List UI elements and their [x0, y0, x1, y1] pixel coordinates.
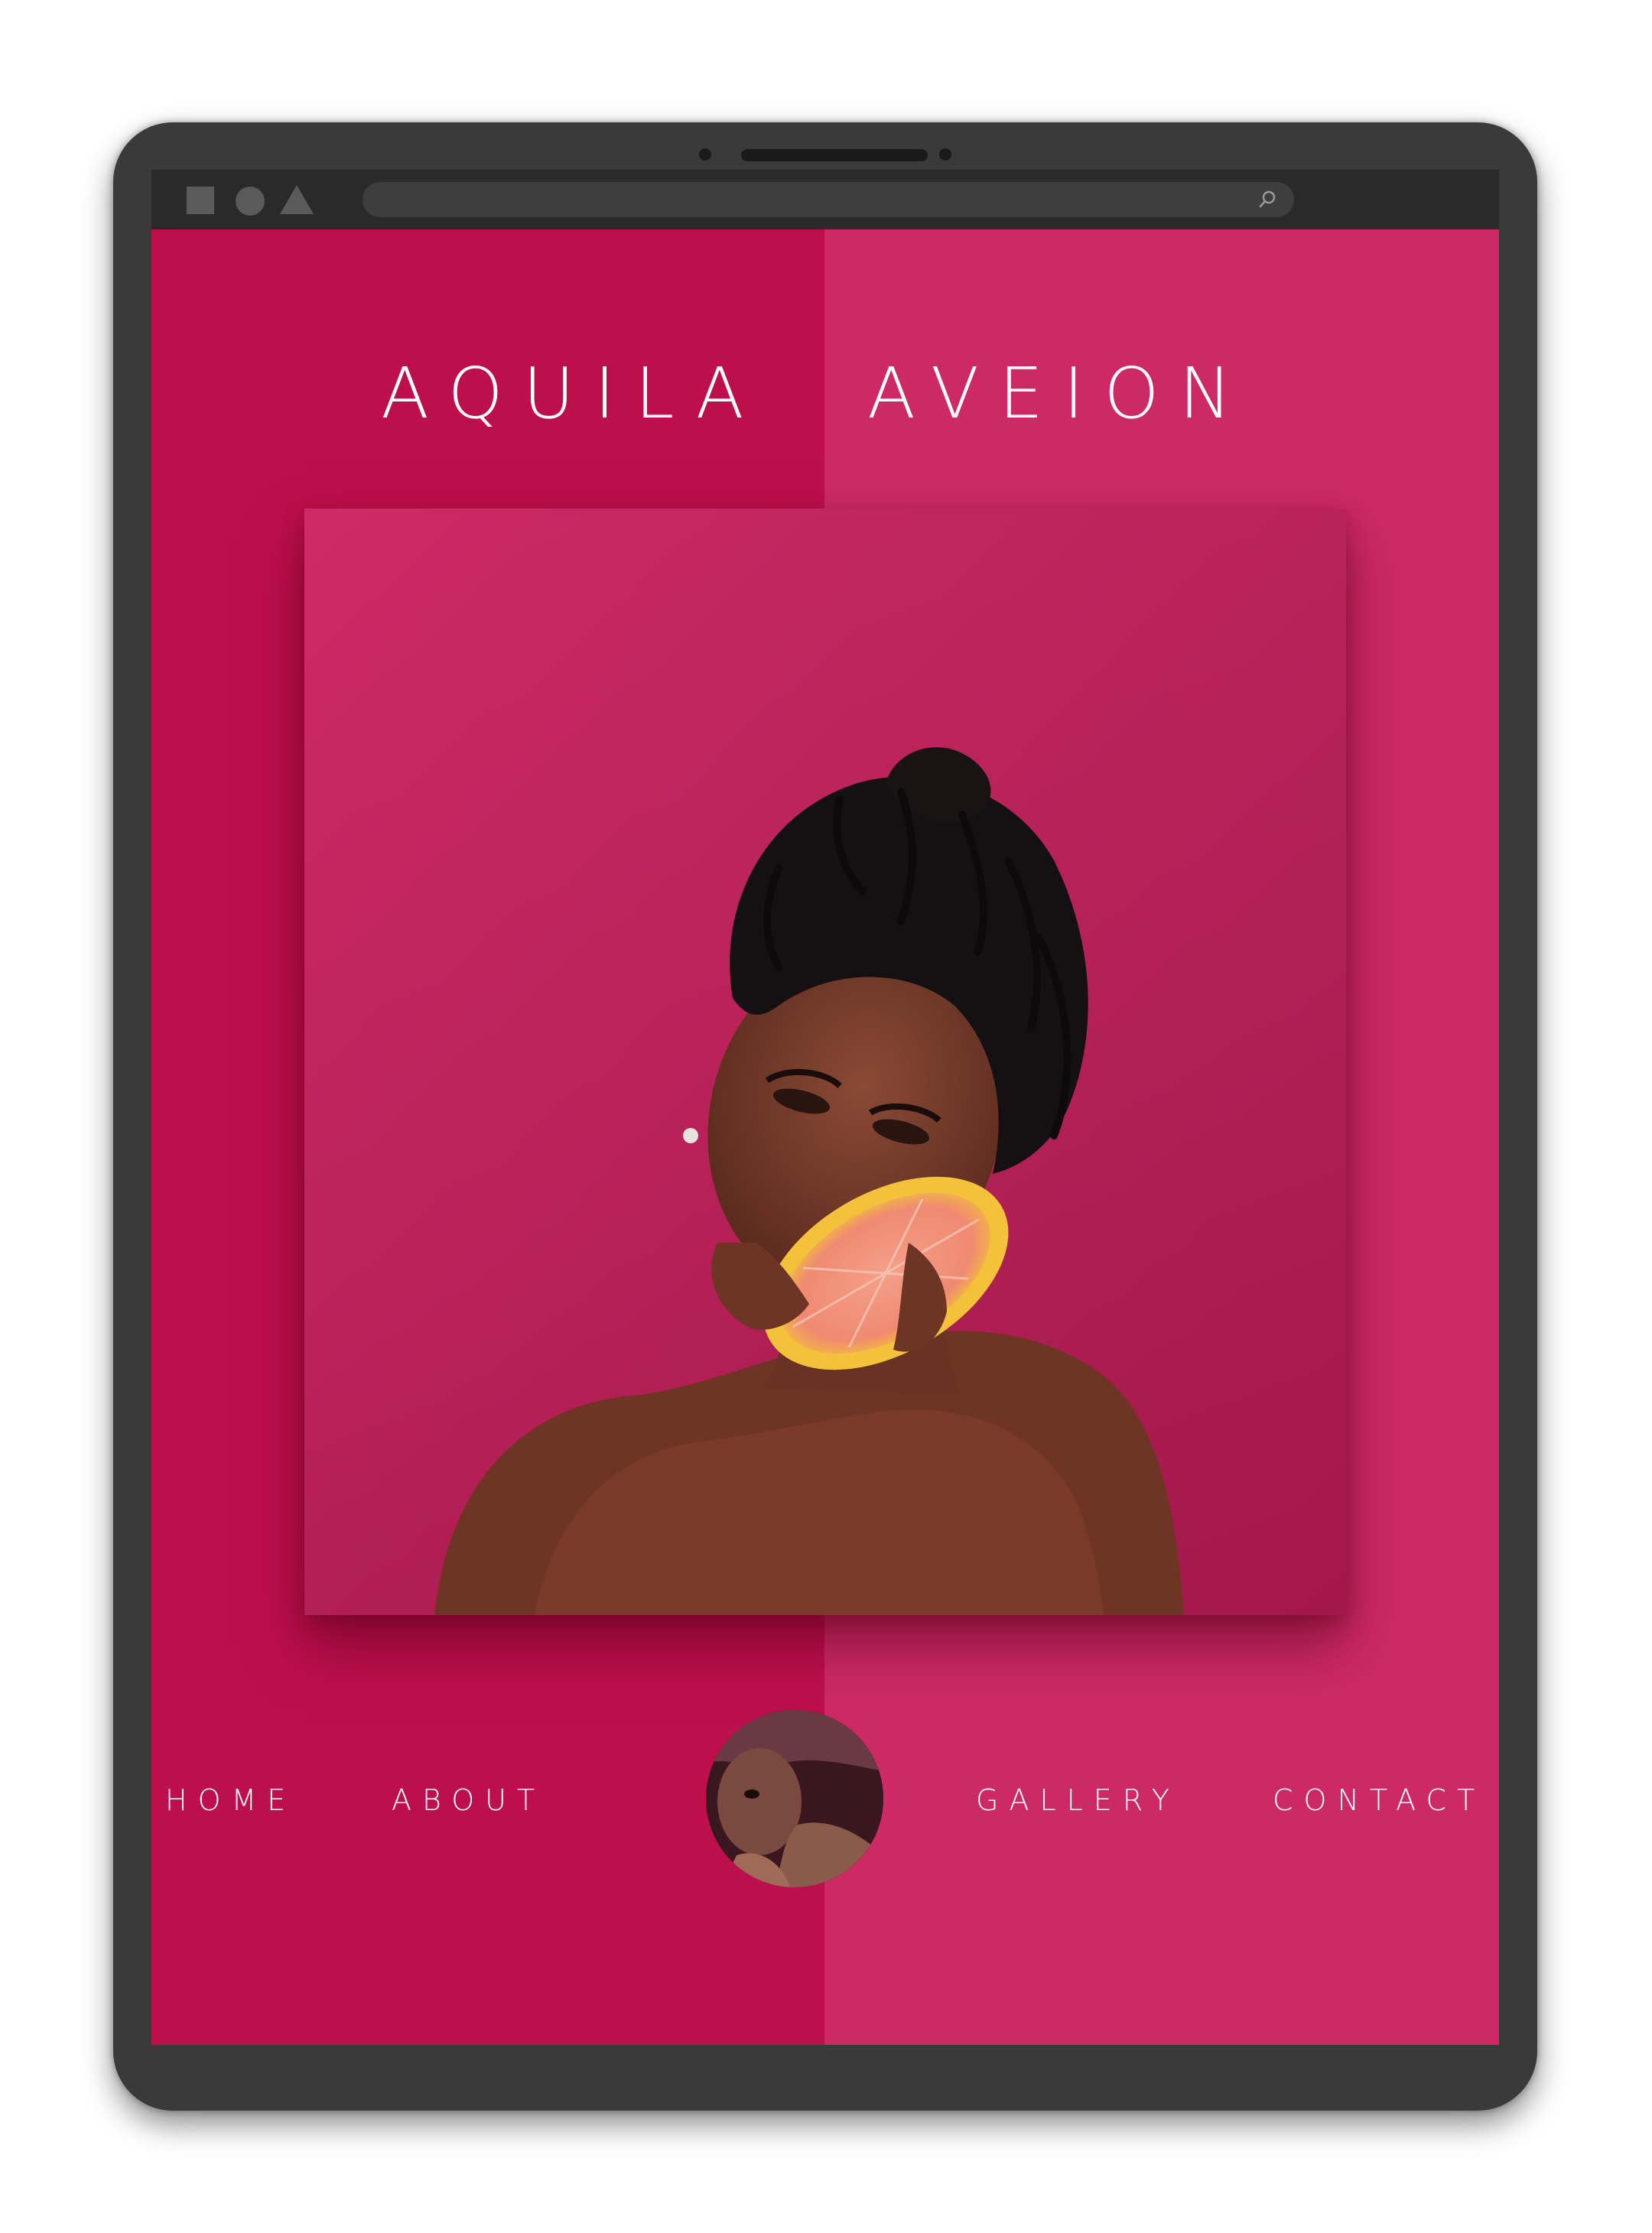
website-page: AQUILA AVEION HOME ABOUT GALLERY CONTACT	[151, 229, 1499, 2060]
address-bar[interactable]	[363, 182, 1294, 217]
nav-contact[interactable]: CONTACT	[1273, 1777, 1485, 1823]
square-icon[interactable]	[187, 187, 214, 214]
tablet-frame: AQUILA AVEION HOME ABOUT GALLERY CONTACT	[113, 122, 1537, 2111]
nav-gallery[interactable]: GALLERY	[976, 1777, 1180, 1823]
title-last-name: AVEION	[867, 353, 1252, 434]
mockup-stage: AQUILA AVEION HOME ABOUT GALLERY CONTACT	[0, 0, 1652, 2233]
site-title: AQUILA AVEION	[151, 352, 1499, 436]
avatar-photo-icon	[706, 1710, 883, 1887]
triangle-icon[interactable]	[280, 185, 314, 214]
search-icon[interactable]	[1254, 187, 1280, 213]
portrait-photo-icon	[304, 509, 1346, 1615]
browser-toolbar	[151, 170, 1499, 229]
camera-bar	[113, 139, 1537, 162]
camera-dot-right	[939, 148, 951, 161]
nav-about[interactable]: ABOUT	[392, 1777, 545, 1823]
circle-icon[interactable]	[236, 187, 265, 216]
camera-dot-left	[699, 148, 711, 161]
speaker-grille	[741, 149, 928, 161]
hero-photo	[304, 509, 1346, 1615]
page-bottom-edge	[151, 2045, 1499, 2060]
logo-avatar[interactable]	[706, 1710, 883, 1887]
tablet-screen: AQUILA AVEION HOME ABOUT GALLERY CONTACT	[151, 170, 1499, 2060]
nav-home[interactable]: HOME	[165, 1777, 296, 1823]
title-first-name: AQUILA	[381, 353, 764, 434]
